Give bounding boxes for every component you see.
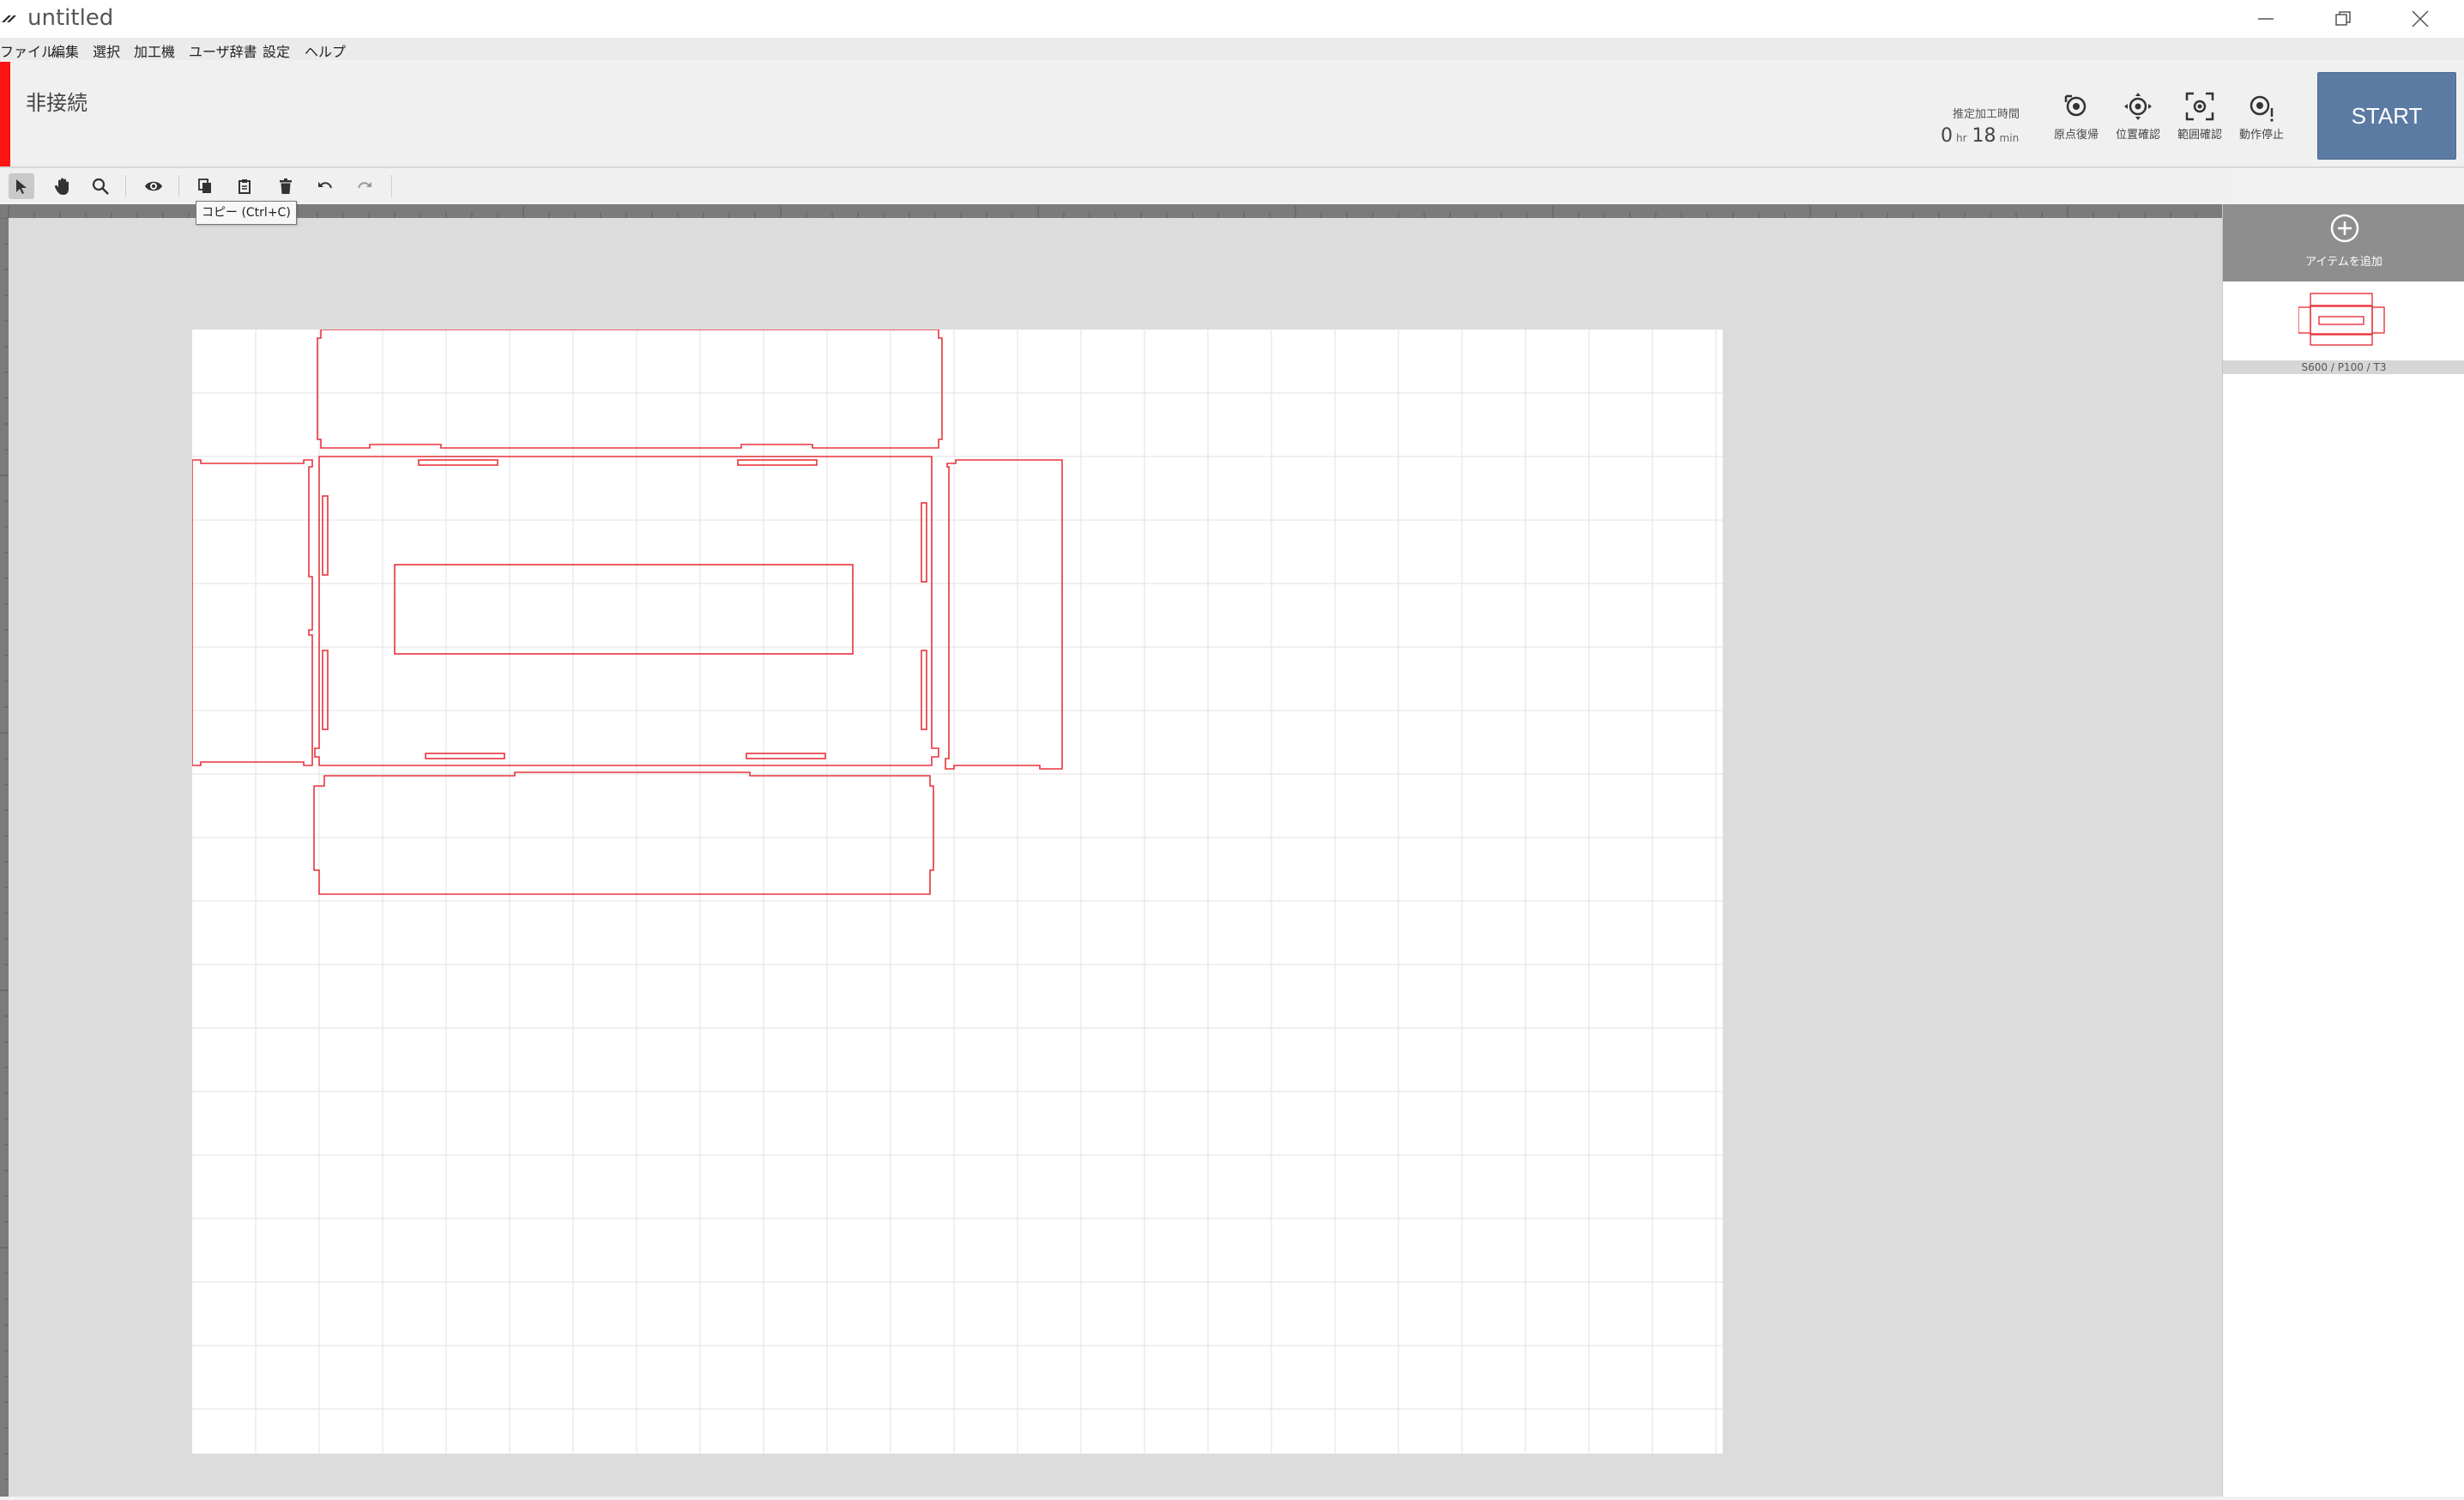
redo-icon: [358, 182, 371, 189]
toolbar-separator: [178, 175, 179, 197]
range-check-label: 範囲確認: [2177, 129, 2222, 142]
estimate-hours: 0: [1941, 125, 1953, 147]
estimate-minutes: 18: [1972, 125, 1996, 147]
add-item-label: アイテムを追加: [2305, 256, 2382, 269]
window-title: untitled: [27, 5, 114, 31]
range-check-icon: [2185, 92, 2214, 121]
add-item-button[interactable]: アイテムを追加: [2223, 204, 2464, 281]
menu-edit[interactable]: 編集: [51, 40, 79, 61]
undo-icon: [318, 182, 332, 189]
pan-tool-button[interactable]: [50, 173, 75, 199]
menu-machine[interactable]: 加工機: [134, 40, 175, 61]
delete-button[interactable]: [273, 173, 299, 199]
menu-select[interactable]: 選択: [93, 40, 120, 61]
home-origin-label: 原点復帰: [2053, 129, 2099, 142]
home-origin-icon: [2064, 94, 2087, 117]
estimate-time: 0 hr 18 min: [1941, 125, 2024, 147]
restore-icon: [2335, 11, 2351, 26]
close-icon: [2412, 10, 2429, 27]
vertical-ruler: [0, 217, 9, 1497]
close-button[interactable]: [2382, 0, 2459, 38]
preview-button[interactable]: [141, 173, 166, 199]
restore-button[interactable]: [2304, 0, 2382, 38]
stop-label: 動作停止: [2238, 129, 2284, 142]
start-button[interactable]: START: [2317, 72, 2456, 160]
item-panel: アイテムを追加 S600 / P100 / T3: [2222, 204, 2464, 1497]
estimate-minutes-unit: min: [1999, 132, 2020, 144]
undo-button[interactable]: [312, 173, 338, 199]
menu-settings[interactable]: 設定: [263, 40, 290, 61]
menu-user-dictionary[interactable]: ユーザ辞書: [189, 40, 257, 61]
app-logo-icon: [2, 15, 16, 22]
menu-file[interactable]: ファイル: [0, 40, 55, 61]
toolbar-separator: [391, 175, 392, 197]
range-check-button[interactable]: 範囲確認: [2167, 91, 2232, 153]
item-caption: S600 / P100 / T3: [2223, 360, 2464, 374]
paste-button[interactable]: [232, 173, 257, 199]
work-sheet[interactable]: [192, 330, 1723, 1454]
position-check-icon: [2124, 93, 2152, 120]
stop-button[interactable]: 動作停止: [2229, 91, 2294, 153]
home-origin-button[interactable]: 原点復帰: [2044, 91, 2109, 153]
redo-button[interactable]: [352, 173, 377, 199]
minimize-icon: [2258, 18, 2274, 20]
edit-toolbar: [0, 168, 2231, 203]
preview-eye-icon: [145, 181, 162, 191]
machine-status-panel: 非接続 推定加工時間 0 hr 18 min 原点復帰 位置確認 範囲確認 動作…: [0, 60, 2464, 168]
paste-icon: [239, 179, 251, 194]
pan-hand-icon: [54, 178, 69, 195]
position-check-button[interactable]: 位置確認: [2105, 91, 2171, 153]
estimate-label: 推定加工時間: [1952, 108, 2020, 121]
connection-status-indicator: [0, 62, 10, 166]
copy-icon: [198, 178, 211, 193]
menu-help[interactable]: ヘルプ: [305, 40, 346, 61]
estimate-hours-unit: hr: [1956, 132, 1967, 144]
zoom-tool-button[interactable]: [88, 173, 113, 199]
menu-bar: ファイル 編集 選択 加工機 ユーザ辞書 設定 ヘルプ: [0, 38, 2464, 60]
select-tool-icon: [16, 179, 27, 194]
stop-icon: [2250, 95, 2274, 122]
add-circle-icon: [2330, 214, 2359, 243]
item-thumbnail-card[interactable]: [2223, 283, 2464, 360]
connection-status: 非接続: [26, 91, 88, 115]
item-thumbnail: [2298, 293, 2385, 346]
delete-icon: [280, 178, 292, 194]
minimize-button[interactable]: [2227, 0, 2304, 38]
horizontal-ruler: [0, 204, 2222, 218]
zoom-icon: [92, 178, 109, 195]
copy-button[interactable]: [192, 173, 218, 199]
copy-tooltip: コピー (Ctrl+C): [196, 201, 297, 225]
select-tool-button[interactable]: [9, 173, 34, 199]
toolbar-separator: [125, 175, 126, 197]
position-check-label: 位置確認: [2115, 129, 2160, 142]
title-bar: untitled: [0, 0, 2464, 38]
